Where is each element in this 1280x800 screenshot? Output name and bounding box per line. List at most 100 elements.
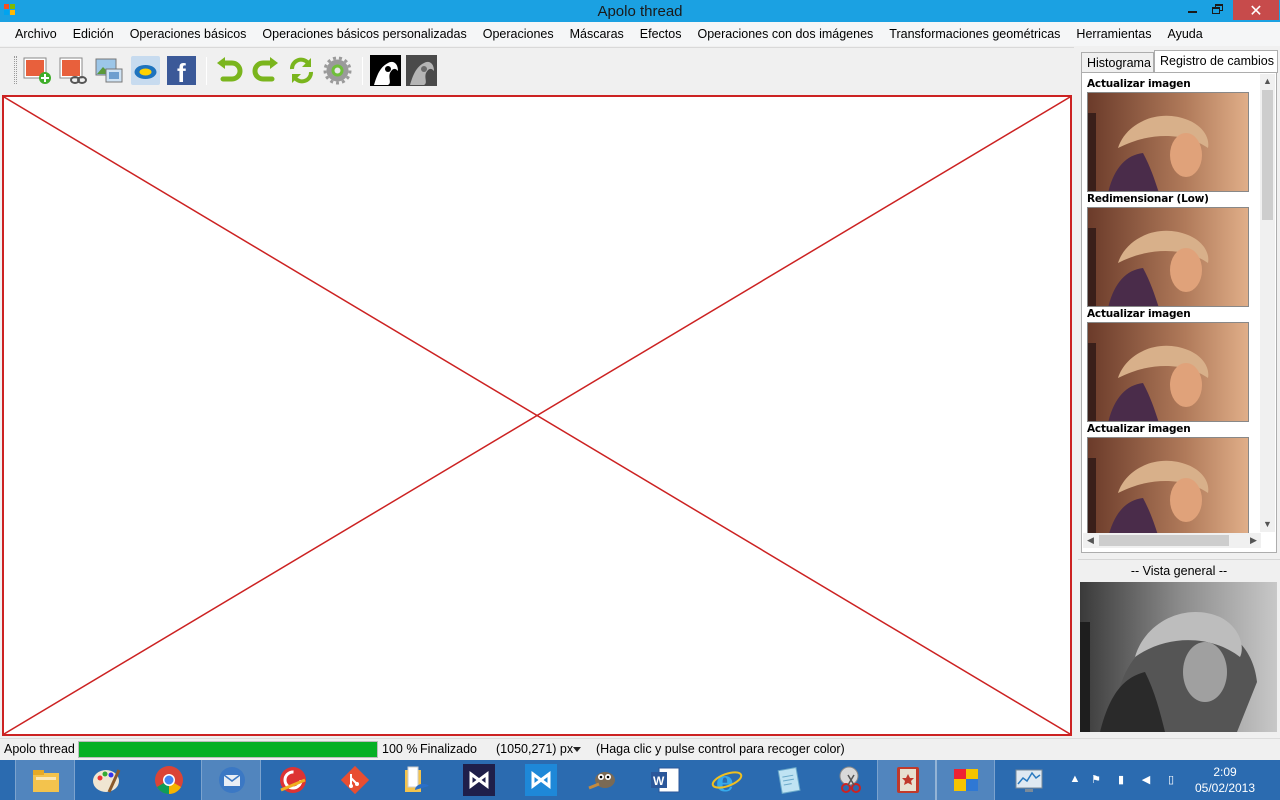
apolo-app-icon[interactable] [935,760,995,800]
menu-herramientas[interactable]: Herramientas [1068,22,1159,46]
svg-text:f: f [177,58,186,86]
folder-icon[interactable] [387,760,447,800]
scroll-left-icon[interactable]: ◀ [1083,533,1098,548]
bw-image-icon[interactable] [370,55,401,86]
work-area: f [0,47,1074,737]
menu-operaciones-dos-imagenes[interactable]: Operaciones con dos imágenes [689,22,881,46]
clock[interactable]: 2:09 05/02/2013 [1185,764,1265,796]
menu-efectos[interactable]: Efectos [632,22,690,46]
clock-date: 05/02/2013 [1194,781,1256,795]
menu-operaciones-basicos-personalizadas[interactable]: Operaciones básicos personalizadas [254,22,474,46]
thunderbird-icon[interactable] [201,760,261,800]
restore-button[interactable] [1206,0,1230,20]
chrome-icon[interactable] [139,760,199,800]
title-bar: Apolo thread ✕ [0,0,1280,22]
history-item[interactable]: Actualizar imagen [1087,307,1257,422]
link-image-icon[interactable] [58,55,89,86]
status-state: Finalizado [420,742,477,756]
flag-icon[interactable]: ⚑ [1089,773,1103,787]
notepad-icon[interactable] [759,760,819,800]
taskbar: W e ▲ ⚑ ▮ ◀ ▯ 2:09 05/02/2013 [0,760,1280,800]
vs-code-icon[interactable] [511,760,571,800]
side-panel: Histograma Registro de cambios Actualiza… [1078,47,1280,737]
menu-archivo[interactable]: Archivo [7,22,65,46]
svg-text:e: e [716,765,734,796]
status-app-name: Apolo thread [4,742,75,756]
history-list: Actualizar imagen Redimensionar (Low) Ac… [1087,77,1257,535]
history-thumbnail[interactable] [1087,92,1249,192]
snipping-tool-icon[interactable] [821,760,881,800]
history-item[interactable]: Redimensionar (Low) [1087,192,1257,307]
menu-edicion[interactable]: Edición [65,22,122,46]
volume-icon[interactable]: ◀ [1139,773,1153,787]
menu-mascaras[interactable]: Máscaras [562,22,632,46]
scroll-thumb[interactable] [1262,90,1273,220]
git-icon[interactable] [325,760,385,800]
new-image-icon[interactable] [22,55,53,86]
history-vertical-scrollbar[interactable]: ▲ ▼ [1260,74,1275,532]
word-icon[interactable]: W [635,760,695,800]
history-horizontal-scrollbar[interactable]: ◀ ▶ [1083,533,1261,548]
network-icon[interactable]: ▮ [1114,773,1128,787]
history-item-label: Actualizar imagen [1087,423,1191,435]
picture-icon[interactable] [94,55,125,86]
internet-explorer-icon[interactable]: e [697,760,757,800]
history-thumbnail[interactable] [1087,207,1249,307]
battery-icon[interactable]: ▯ [1164,773,1178,787]
scroll-thumb[interactable] [1099,535,1229,546]
ccleaner-icon[interactable] [263,760,323,800]
settings-icon[interactable] [322,55,353,86]
tab-histogram[interactable]: Histograma [1081,52,1154,72]
minimize-button[interactable] [1180,0,1204,20]
show-hidden-icons-icon[interactable]: ▲ [1068,773,1082,787]
visual-studio-icon[interactable] [449,760,509,800]
overview-image[interactable] [1080,582,1277,732]
menu-operaciones[interactable]: Operaciones [475,22,562,46]
redo-icon[interactable] [250,55,281,86]
scroll-right-icon[interactable]: ▶ [1246,533,1261,548]
image-canvas[interactable] [2,95,1072,736]
overview-title: -- Vista general -- [1078,559,1280,581]
tab-changelog[interactable]: Registro de cambios [1154,50,1278,73]
history-item-label: Redimensionar (Low) [1087,193,1209,205]
toolbar-separator [362,57,363,85]
menu-ayuda[interactable]: Ayuda [1159,22,1210,46]
progress-bar [78,741,378,758]
history-item-label: Actualizar imagen [1087,78,1191,90]
menu-transformaciones-geometricas[interactable]: Transformaciones geométricas [881,22,1068,46]
history-item[interactable]: Actualizar imagen [1087,77,1257,192]
restore-icon [1212,7,1220,14]
scroll-up-icon[interactable]: ▲ [1260,74,1275,89]
tab-strip: Histograma Registro de cambios [1081,50,1278,73]
cursor-coordinates: (1050,271) px [496,742,574,756]
history-item-label: Actualizar imagen [1087,308,1191,320]
performance-monitor-icon[interactable] [999,760,1059,800]
facebook-icon[interactable]: f [166,55,197,88]
undo-icon[interactable] [214,55,245,86]
close-icon: ✕ [1249,3,1263,20]
minimize-icon [1188,11,1197,13]
scroll-down-icon[interactable]: ▼ [1260,517,1275,532]
paint-icon[interactable] [77,760,137,800]
gimp-icon[interactable] [573,760,633,800]
progress-percent: 100 % [382,742,418,756]
history-item[interactable]: Actualizar imagen [1087,422,1257,535]
file-explorer-icon[interactable] [15,760,75,800]
changelog-panel: Actualizar imagen Redimensionar (Low) Ac… [1081,72,1277,553]
progress-fill [79,742,377,757]
close-button[interactable]: ✕ [1233,0,1279,20]
status-bar: Apolo thread 100 % Finalizado (1050,271)… [0,738,1280,760]
bing-icon[interactable] [130,55,161,86]
bookmark-app-icon[interactable] [877,760,937,800]
history-thumbnail[interactable] [1087,437,1249,535]
svg-text:W: W [653,774,665,788]
chevron-down-icon[interactable] [573,747,581,752]
toolbar-separator [206,57,207,85]
system-tray: ▲ ⚑ ▮ ◀ ▯ 2:09 05/02/2013 [1065,760,1280,800]
menu-operaciones-basicos[interactable]: Operaciones básicos [122,22,255,46]
missing-image-placeholder [4,97,1070,734]
history-thumbnail[interactable] [1087,322,1249,422]
toolbar-grip[interactable] [14,56,17,84]
refresh-icon[interactable] [286,55,317,86]
grayscale-image-icon[interactable] [406,55,437,86]
